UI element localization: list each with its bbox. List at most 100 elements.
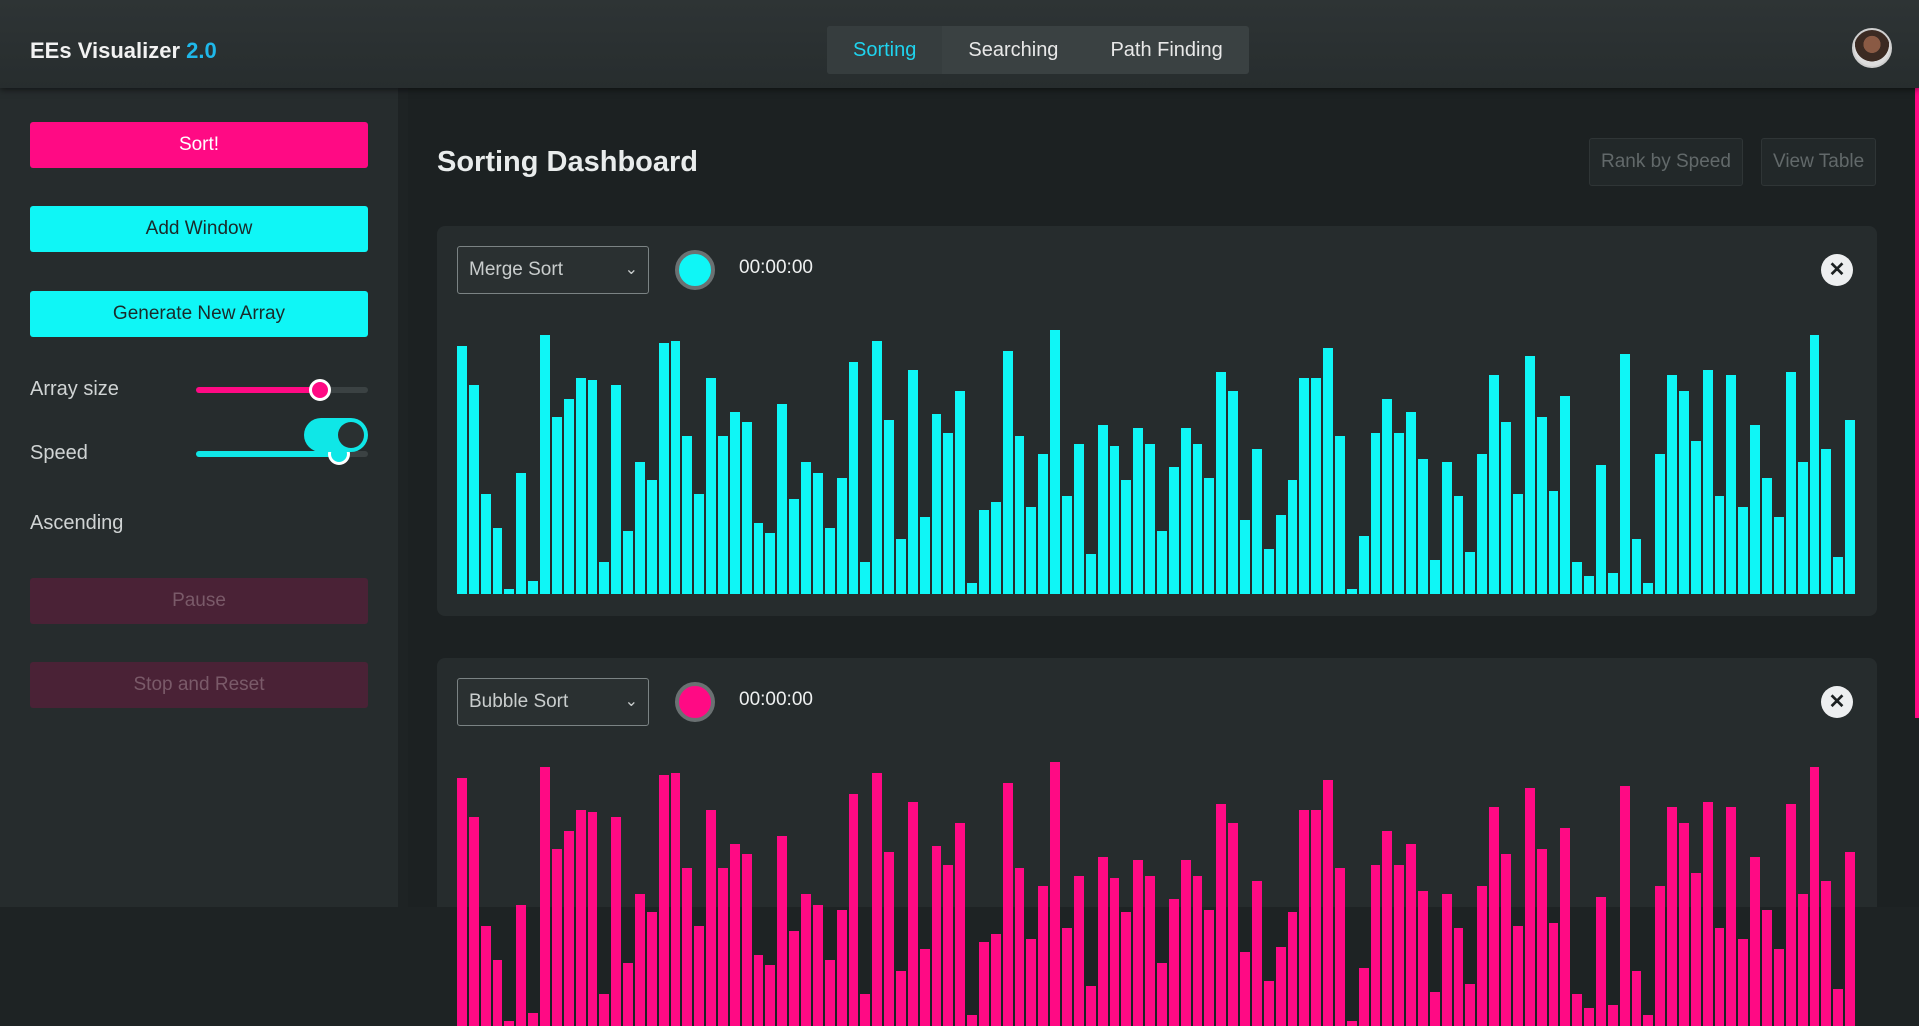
array-bar	[1690, 440, 1701, 594]
array-bar	[1441, 894, 1452, 1026]
array-bar	[1809, 767, 1820, 1026]
array-bar	[492, 528, 503, 594]
array-bar	[824, 528, 835, 594]
chevron-down-icon: ⌄	[624, 693, 638, 710]
array-bar	[955, 822, 966, 1026]
add-window-button[interactable]: Add Window	[30, 206, 368, 252]
rank-by-speed-button[interactable]: Rank by Speed	[1589, 138, 1743, 186]
array-bar	[1192, 443, 1203, 594]
array-bar	[1536, 417, 1547, 594]
array-bar	[919, 517, 930, 594]
array-bar	[1085, 986, 1096, 1026]
array-bar	[1382, 830, 1393, 1026]
array-bar	[694, 493, 705, 594]
close-icon[interactable]: ✕	[1821, 686, 1853, 718]
array-bar	[1346, 1020, 1357, 1026]
tab-searching[interactable]: Searching	[942, 26, 1084, 74]
array-bar	[1275, 514, 1286, 594]
array-bar	[623, 962, 633, 1026]
algorithm-select[interactable]: Merge Sort ⌄	[457, 246, 649, 294]
array-bar	[801, 894, 811, 1026]
array-bar	[1607, 1004, 1618, 1026]
array-bar	[551, 417, 562, 594]
array-bar	[1762, 477, 1772, 594]
array-bar	[1394, 864, 1405, 1026]
array-bar	[1168, 899, 1179, 1026]
array-bar	[1014, 435, 1025, 594]
array-bar	[623, 530, 633, 594]
array-bar	[575, 809, 586, 1026]
array-bar	[599, 562, 610, 594]
array-bar	[1014, 867, 1025, 1026]
array-bar	[563, 830, 574, 1026]
array-bar	[801, 462, 811, 594]
tab-sorting[interactable]: Sorting	[827, 26, 943, 74]
array-bar	[682, 867, 693, 1026]
array-bar	[1477, 886, 1488, 1026]
array-bar	[1619, 785, 1630, 1026]
color-picker-dot[interactable]	[675, 250, 715, 290]
avatar[interactable]	[1852, 28, 1892, 68]
array-bar	[1299, 377, 1310, 594]
array-bar	[1655, 886, 1666, 1026]
array-bar	[884, 851, 894, 1026]
array-bar	[979, 941, 989, 1026]
stop-reset-button[interactable]: Stop and Reset	[30, 662, 368, 708]
array-bar	[1323, 348, 1333, 594]
scrollbar[interactable]	[1915, 88, 1919, 718]
array-bar	[1453, 496, 1464, 594]
array-bar	[1512, 493, 1523, 594]
array-bar	[1275, 946, 1286, 1026]
brand-title[interactable]: EEs Visualizer 2.0	[30, 38, 217, 64]
close-icon[interactable]: ✕	[1821, 254, 1853, 286]
array-bar	[1655, 454, 1666, 594]
sidebar: Sort! Add Window Generate New Array Arra…	[0, 88, 398, 907]
array-bar	[1595, 464, 1606, 594]
color-picker-dot[interactable]	[675, 682, 715, 722]
array-bar	[1157, 530, 1167, 594]
algorithm-select-value: Merge Sort	[469, 259, 563, 280]
algorithm-select[interactable]: Bubble Sort ⌄	[457, 678, 649, 726]
array-bar	[884, 419, 894, 594]
chevron-down-icon: ⌄	[624, 261, 638, 278]
array-bar	[1821, 880, 1832, 1026]
array-bar	[907, 801, 918, 1026]
array-bar	[1738, 938, 1749, 1026]
array-bar	[1465, 983, 1476, 1026]
array-size-slider[interactable]	[196, 379, 368, 401]
bar-chart	[457, 330, 1857, 594]
sort-button[interactable]: Sort!	[30, 122, 368, 168]
array-bar	[682, 435, 693, 594]
view-table-button[interactable]: View Table	[1761, 138, 1877, 186]
array-bar	[1785, 372, 1796, 594]
array-bar	[587, 380, 598, 594]
array-bar	[1097, 425, 1108, 594]
array-bar	[1406, 843, 1416, 1026]
array-bar	[943, 432, 954, 594]
generate-array-button[interactable]: Generate New Array	[30, 291, 368, 337]
array-size-label: Array size	[30, 378, 119, 400]
array-bar	[1358, 535, 1369, 594]
array-size-slider-handle[interactable]	[308, 379, 331, 401]
pause-button[interactable]: Pause	[30, 578, 368, 624]
array-bar	[777, 835, 788, 1026]
array-bar	[1073, 875, 1084, 1026]
tab-path-finding[interactable]: Path Finding	[1084, 26, 1248, 74]
array-bar	[1062, 928, 1072, 1026]
array-bar	[765, 965, 776, 1026]
array-bar	[1690, 872, 1701, 1026]
array-bar	[1311, 377, 1322, 594]
array-bar	[1370, 864, 1381, 1026]
array-bar	[611, 385, 622, 594]
array-bar	[706, 809, 716, 1026]
page-title: Sorting Dashboard	[437, 146, 699, 178]
array-bar	[718, 435, 728, 594]
array-bar	[1619, 353, 1630, 594]
array-bar	[1667, 374, 1678, 594]
array-bar	[931, 846, 942, 1026]
array-bar	[1762, 909, 1772, 1026]
ascending-toggle[interactable]	[304, 418, 368, 452]
array-bar	[1631, 538, 1642, 594]
array-bar	[516, 472, 527, 594]
array-bar	[789, 498, 800, 594]
